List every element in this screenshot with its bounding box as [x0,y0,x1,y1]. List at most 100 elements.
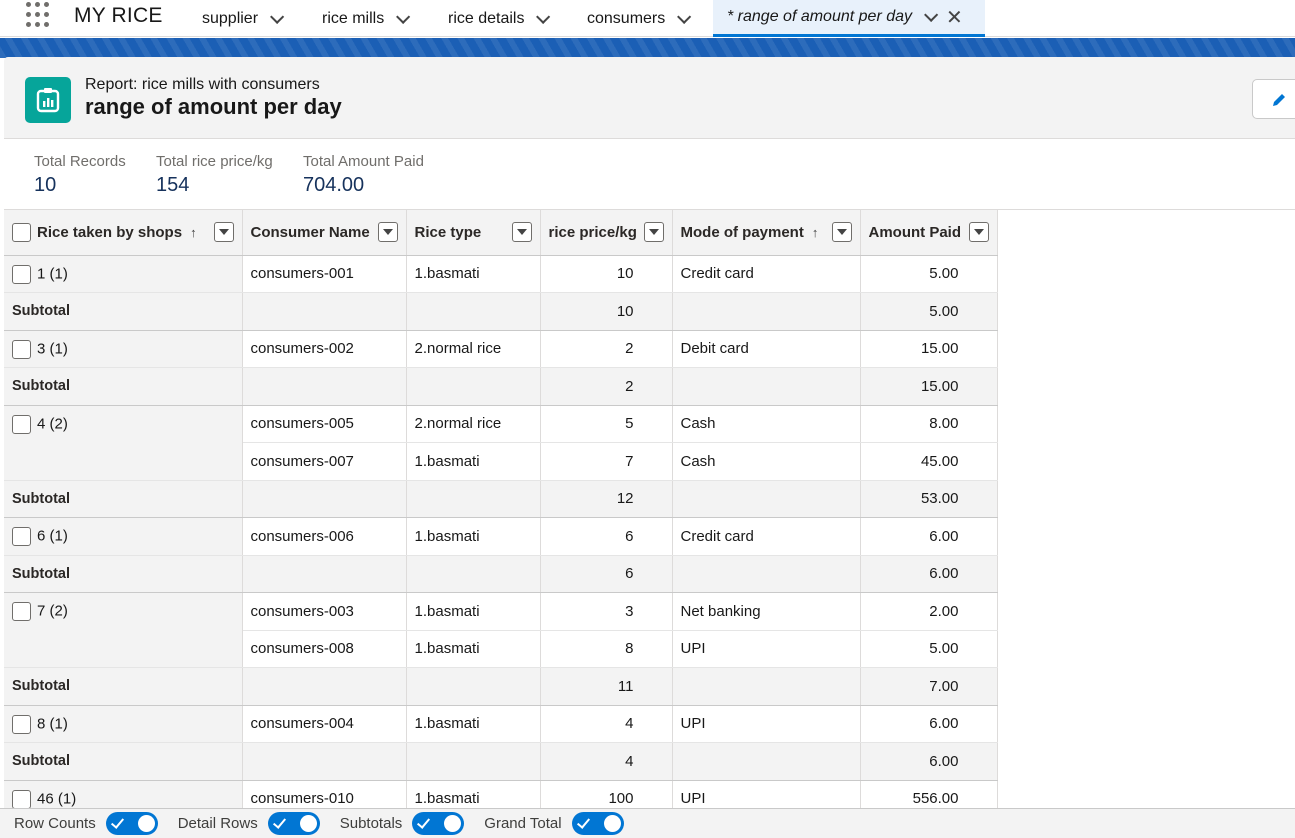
row-counts-toggle[interactable] [105,812,158,835]
table-row: 1 (1) consumers-001 1.basmati 10 Credit … [4,255,998,293]
edit-button[interactable] [1252,79,1295,119]
row-counts-toggle-group: Row Counts [14,812,158,835]
table-row: 4 (2) consumers-005 2.normal rice 5 Cash… [4,405,998,481]
subtotal-amount-paid: 53.00 [860,480,998,518]
column-header-mode-of-payment[interactable]: Mode of payment ↑ [672,210,861,256]
rice-price-cell: 2 [540,330,673,368]
check-icon [417,815,431,829]
amount-paid-cell: 45.00 [860,442,998,481]
rice-type-cell: 2.normal rice [406,330,541,368]
amount-paid-cell: 2.00 [860,592,998,631]
rice-type-cell: 2.normal rice [406,405,541,443]
summary-value: 704.00 [303,174,365,196]
group-label: 4 (2) [37,414,68,432]
tab-rice-details[interactable]: rice details [448,0,551,37]
column-menu-dropdown-icon[interactable] [213,222,234,242]
column-header-rice-price[interactable]: rice price/kg [540,210,673,256]
toggle-label: Grand Total [484,815,562,832]
row-checkbox[interactable] [12,264,31,284]
table-header-row: Rice taken by shops ↑ Consumer Name Rice… [4,210,998,256]
select-all-checkbox[interactable] [12,222,31,242]
payment-mode-cell: Net banking [672,592,861,631]
subtotals-toggle[interactable] [412,812,465,835]
summary-total-records: Total Records 10 [34,153,126,197]
grand-total-toggle-group: Grand Total [484,812,624,835]
table-row: 6 (1) consumers-006 1.basmati 6 Credit c… [4,517,998,556]
consumer-name-cell: consumers-006 [242,517,407,556]
row-checkbox[interactable] [12,414,31,434]
app-launcher-icon[interactable] [26,2,52,28]
table-row: 3 (1) consumers-002 2.normal rice 2 Debi… [4,330,998,368]
column-header-consumer-name[interactable]: Consumer Name [242,210,407,256]
chevron-down-icon[interactable] [396,9,411,24]
chevron-down-icon[interactable] [677,9,692,24]
amount-paid-cell: 6.00 [860,705,998,743]
header-banner [0,38,1295,58]
subtotal-amount-paid: 6.00 [860,742,998,781]
column-header-rice-type[interactable]: Rice type [406,210,541,256]
tab-label: rice mills [322,9,385,27]
table-row: 8 (1) consumers-004 1.basmati 4 UPI 6.00 [4,705,998,743]
rice-type-cell: 1.basmati [406,442,541,481]
consumer-name-cell: consumers-002 [242,330,407,368]
group-cell: 4 (2) [4,405,243,481]
top-navigation-bar: MY RICE supplier rice mills rice details… [0,0,1295,37]
column-header-label: Rice type [414,223,482,241]
empty-cell [242,667,407,706]
tab-label: * range of amount per day [727,8,913,25]
detail-rows-toggle[interactable] [267,812,320,835]
column-menu-dropdown-icon[interactable] [831,222,852,242]
check-icon [272,815,286,829]
subtotal-label: Subtotal [4,667,243,706]
column-menu-dropdown-icon[interactable] [968,222,989,242]
check-icon [576,815,590,829]
subtotal-row: Subtotal 10 5.00 [4,292,998,331]
column-header-label: Consumer Name [250,223,370,241]
chevron-down-icon[interactable] [536,9,551,24]
column-menu-dropdown-icon[interactable] [643,222,664,242]
row-checkbox[interactable] [12,339,31,359]
report-type-label: Report: rice mills with consumers [85,76,320,93]
report-header: Report: rice mills with consumers range … [4,57,1295,139]
group-label: 1 (1) [37,264,68,282]
toggle-label: Detail Rows [177,815,258,832]
subtotal-row: Subtotal 4 6.00 [4,742,998,781]
tab-consumers[interactable]: consumers [587,0,692,37]
consumer-name-cell: consumers-001 [242,255,407,293]
chevron-down-icon[interactable] [924,7,939,22]
subtotal-row: Subtotal 6 6.00 [4,555,998,593]
column-menu-dropdown-icon[interactable] [377,222,398,242]
column-menu-dropdown-icon[interactable] [511,222,532,242]
summary-value: 154 [156,174,190,196]
tab-rice-mills[interactable]: rice mills [322,0,411,37]
sort-ascending-icon[interactable]: ↑ [812,225,819,240]
check-icon [110,815,124,829]
tab-range-of-amount-per-day[interactable]: * range of amount per day ✕ [713,0,985,37]
row-checkbox[interactable] [12,602,31,621]
row-checkbox[interactable] [12,527,31,546]
empty-cell [406,367,541,406]
close-icon[interactable]: ✕ [946,5,963,30]
row-checkbox[interactable] [12,714,31,734]
group-cell: 7 (2) [4,592,243,668]
report-summary: Total Records 10 Total rice price/kg 154… [4,139,1295,210]
group-label: 6 (1) [37,527,68,545]
subtotal-row: Subtotal 12 53.00 [4,480,998,518]
chevron-down-icon[interactable] [270,9,285,24]
subtotal-label: Subtotal [4,555,243,593]
column-header-rice-taken-by-shops[interactable]: Rice taken by shops ↑ [4,210,243,256]
grand-total-toggle[interactable] [571,812,624,835]
table-body: 1 (1) consumers-001 1.basmati 10 Credit … [4,255,998,818]
empty-cell [242,367,407,406]
subtotal-amount-paid: 6.00 [860,555,998,593]
subtotal-rice-price: 12 [540,480,673,518]
tab-supplier[interactable]: supplier [202,0,285,37]
sort-ascending-icon[interactable]: ↑ [190,225,197,240]
column-header-amount-paid[interactable]: Amount Paid [860,210,998,256]
empty-cell [672,667,861,706]
rice-price-cell: 4 [540,705,673,743]
row-checkbox[interactable] [12,789,31,809]
toggle-label: Row Counts [14,815,96,832]
empty-cell [672,742,861,781]
group-label: 46 (1) [37,789,77,807]
